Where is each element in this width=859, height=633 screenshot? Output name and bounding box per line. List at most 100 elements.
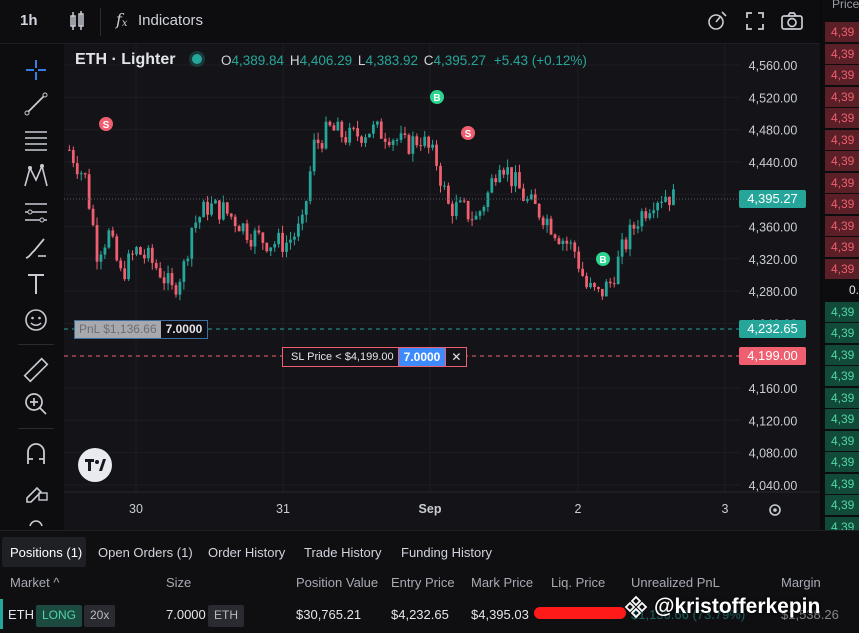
tab-open-orders[interactable]: Open Orders (1) (92, 541, 199, 564)
orderbook-ask-row[interactable]: 4,39 (825, 108, 859, 128)
text-tool-icon[interactable] (22, 270, 50, 298)
candle-body (427, 136, 431, 148)
orderbook-ask-row[interactable]: 4,39 (825, 22, 859, 42)
sl-label-text: SL Price < $4,199.00 (283, 348, 399, 366)
candle-body (529, 194, 533, 200)
pattern-icon[interactable] (22, 162, 50, 190)
price-tick-label: 4,480.00 (749, 124, 798, 138)
candle-body (218, 200, 221, 220)
zoom-in-icon[interactable] (22, 390, 50, 418)
tab-positions[interactable]: Positions (1) (4, 541, 88, 564)
candle-body (115, 236, 119, 261)
candle-body (198, 217, 202, 223)
orderbook-ask-row[interactable]: 4,39 (825, 86, 859, 107)
orderbook-ask-row[interactable]: 4,39 (825, 172, 859, 193)
replay-icon[interactable] (706, 10, 728, 32)
lock-drawing-icon[interactable] (22, 476, 50, 504)
emoji-icon[interactable] (22, 306, 50, 334)
orderbook-bid-row[interactable]: 4,39 (825, 430, 859, 451)
candle-body (652, 210, 656, 214)
orderbook-ask-row[interactable]: 4,39 (825, 194, 859, 214)
cancel-sl-icon[interactable]: ✕ (445, 348, 466, 366)
candle-body (391, 140, 395, 146)
more-tools-icon[interactable] (22, 514, 50, 526)
orderbook-ask-row[interactable]: 4,39 (825, 151, 859, 171)
orderbook-spread: 0. (849, 283, 859, 297)
crosshair-icon[interactable] (22, 56, 50, 84)
candle-body (462, 200, 466, 202)
position-size: 7.0000 (166, 607, 206, 622)
indicators-button[interactable]: Indicators (138, 12, 203, 29)
orderbook-bid-row[interactable]: 4,39 (825, 301, 859, 322)
price-axis: 4,560.004,520.004,480.004,440.004,400.00… (749, 59, 798, 493)
orderbook-ask-row[interactable]: 4,39 (825, 258, 859, 279)
orderbook-bid-row[interactable]: 4,39 (825, 323, 859, 343)
orderbook-bid-row[interactable]: 4,39 (825, 495, 859, 515)
orderbook-ask-row[interactable]: 4,39 (825, 43, 859, 64)
chart-settings-icon[interactable] (767, 502, 783, 523)
orderbook-price-header: Price (832, 0, 859, 11)
candle-body (458, 200, 462, 203)
candle-body (403, 133, 407, 135)
orderbook-ask-row[interactable]: 4,39 (825, 215, 859, 236)
chart-canvas[interactable]: S B S B 4,560.00 4,520.00 4,480.00 4,440.00 4,4… (64, 44, 820, 530)
tab-order-history[interactable]: Order History (202, 541, 291, 564)
orderbook-bid-row[interactable]: 4,39 (825, 366, 859, 386)
candle-body (296, 223, 300, 237)
sl-order-label[interactable]: SL Price < $4,199.00 7.0000 ✕ (282, 347, 468, 367)
leverage-badge[interactable]: 20x (84, 605, 116, 627)
orderbook-bid-row[interactable]: 4,39 (825, 473, 859, 494)
candle-body (628, 224, 632, 250)
candle-body (146, 247, 150, 259)
candle-body (281, 232, 284, 252)
candle-body (336, 121, 340, 131)
candle-body (644, 211, 648, 219)
candle-body (269, 247, 273, 252)
orderbook-ask-row[interactable]: 4,39 (825, 129, 859, 150)
candle-type-icon[interactable] (68, 11, 86, 31)
candle-body (612, 283, 616, 285)
candle-body (620, 239, 624, 257)
orderbook-bid-row[interactable]: 4,39 (825, 344, 859, 365)
candle-body (466, 200, 470, 220)
market-status-dot (192, 54, 202, 64)
orderbook-bid-row[interactable]: 4,39 (825, 387, 859, 408)
candle-body (119, 260, 123, 269)
candle-body (249, 240, 253, 247)
candle-body (261, 232, 265, 243)
brush-icon[interactable] (22, 234, 50, 262)
candle-body (210, 203, 213, 215)
camera-icon[interactable] (781, 11, 803, 31)
orderbook-bid-row[interactable]: 4,39 (825, 409, 859, 429)
candle-body (241, 223, 245, 232)
candle-body (474, 215, 478, 220)
candle-body (139, 247, 142, 255)
position-market[interactable]: ETH (8, 607, 34, 622)
candle-body (419, 145, 423, 147)
symbol-title[interactable]: ETH · Lighter (75, 51, 175, 69)
candle-body (308, 171, 312, 202)
magnet-icon[interactable] (22, 440, 50, 468)
interval-selector[interactable]: 1h (20, 12, 38, 29)
col-market[interactable]: Market ^ (10, 575, 59, 590)
price-tick-label: 4,080.00 (749, 447, 798, 461)
candle-body (87, 174, 91, 209)
tab-trade-history[interactable]: Trade History (298, 541, 388, 564)
ruler-icon[interactable] (22, 356, 50, 384)
trendline-icon[interactable] (22, 90, 50, 118)
price-chart[interactable]: S B S B 4,560.00 4,520.00 4,480.00 4,440.00 4,4… (64, 44, 820, 530)
orderbook-ask-row[interactable]: 4,39 (825, 237, 859, 257)
tradingview-logo[interactable] (78, 448, 112, 482)
fib-lines-icon[interactable] (22, 126, 50, 154)
candle-body (616, 256, 620, 285)
candle-body (178, 281, 182, 295)
orderbook-ask-row[interactable]: 4,39 (825, 65, 859, 85)
fullscreen-icon[interactable] (745, 11, 765, 31)
tab-funding-history[interactable]: Funding History (395, 541, 498, 564)
indicators-icon[interactable]: fx (116, 10, 128, 29)
ohlc-legend: O4,389.84 H4,406.29 L4,383.92 C4,395.27 … (221, 53, 587, 68)
position-tool-icon[interactable] (22, 198, 50, 226)
candle-body (237, 226, 241, 232)
pnl-label[interactable]: PnL $1,136.66 7.0000 (74, 320, 209, 339)
orderbook-bid-row[interactable]: 4,39 (825, 452, 859, 472)
